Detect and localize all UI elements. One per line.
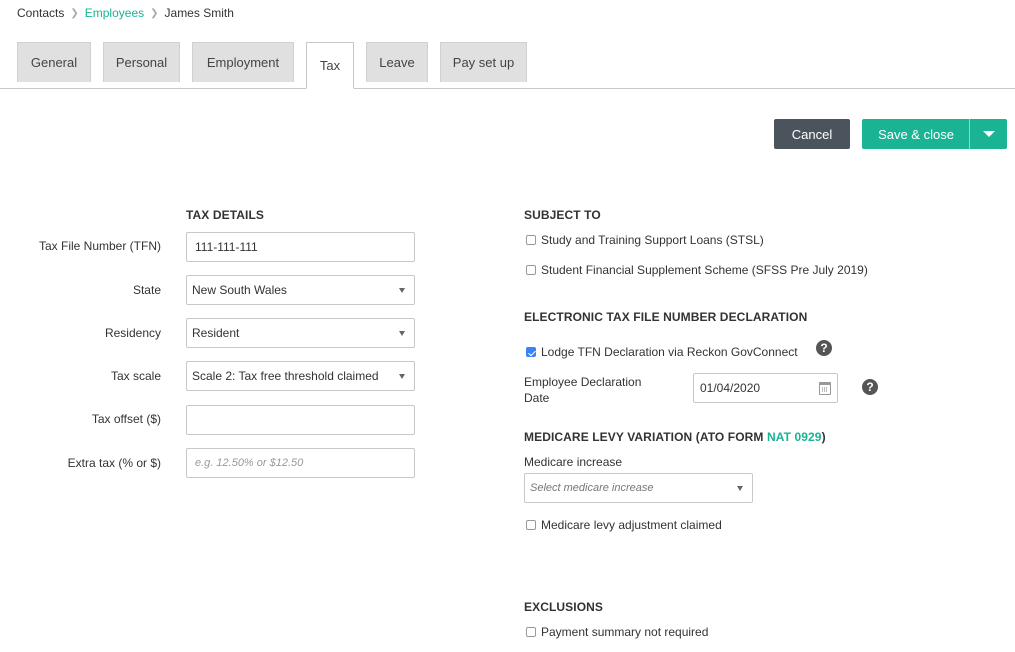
- nat-0929-link[interactable]: NAT 0929: [767, 430, 822, 444]
- subject-to-heading: SUBJECT TO: [524, 208, 601, 222]
- state-value: New South Wales: [192, 283, 287, 297]
- tab-employment[interactable]: Employment: [192, 42, 294, 82]
- tax-scale-value: Scale 2: Tax free threshold claimed: [192, 369, 379, 383]
- tfn-label: Tax File Number (TFN): [38, 239, 161, 253]
- stsl-checkbox[interactable]: [526, 235, 536, 245]
- medicare-increase-label: Medicare increase: [524, 455, 623, 469]
- dropdown-arrow-icon: [737, 485, 743, 491]
- breadcrumb: Contacts ❯ Employees ❯ James Smith: [17, 6, 234, 20]
- stsl-option[interactable]: Study and Training Support Loans (STSL): [526, 233, 764, 247]
- lodge-tfn-label: Lodge TFN Declaration via Reckon GovConn…: [541, 345, 798, 359]
- help-icon[interactable]: ?: [816, 340, 832, 356]
- save-options-dropdown-button[interactable]: [969, 119, 1007, 149]
- declaration-date-label-line1: Employee Declaration: [524, 375, 642, 389]
- state-label: State: [132, 283, 161, 297]
- cancel-button[interactable]: Cancel: [774, 119, 850, 149]
- extra-tax-label: Extra tax (% or $): [67, 456, 161, 470]
- tab-leave[interactable]: Leave: [366, 42, 428, 82]
- medicare-heading: MEDICARE LEVY VARIATION (ATO FORM NAT 09…: [524, 430, 826, 444]
- medicare-adjustment-label: Medicare levy adjustment claimed: [541, 518, 722, 532]
- medicare-adjustment-option[interactable]: Medicare levy adjustment claimed: [526, 518, 722, 532]
- lodge-tfn-checkbox[interactable]: [526, 347, 536, 357]
- tab-bar: General Personal Employment Tax Leave Pa…: [17, 42, 539, 89]
- tfn-value: 111-111-111: [195, 240, 258, 254]
- tab-personal[interactable]: Personal: [103, 42, 180, 82]
- medicare-increase-select[interactable]: Select medicare increase: [524, 473, 753, 503]
- tab-pay-set-up[interactable]: Pay set up: [440, 42, 527, 82]
- medicare-adjustment-checkbox[interactable]: [526, 520, 536, 530]
- tfn-input[interactable]: 111-111-111: [186, 232, 415, 262]
- tax-scale-label: Tax scale: [110, 369, 161, 383]
- extra-tax-input[interactable]: e.g. 12.50% or $12.50: [186, 448, 415, 478]
- declaration-date-label-line2: Date: [524, 391, 550, 405]
- sfss-option[interactable]: Student Financial Supplement Scheme (SFS…: [526, 263, 868, 277]
- tax-offset-input[interactable]: [186, 405, 415, 435]
- tab-tax[interactable]: Tax: [306, 42, 354, 89]
- sfss-label: Student Financial Supplement Scheme (SFS…: [541, 263, 868, 277]
- dropdown-arrow-icon: [399, 373, 405, 379]
- stsl-label: Study and Training Support Loans (STSL): [541, 233, 764, 247]
- save-close-button[interactable]: Save & close: [862, 119, 970, 149]
- help-icon[interactable]: ?: [862, 379, 878, 395]
- payment-summary-option[interactable]: Payment summary not required: [526, 625, 708, 639]
- exclusions-heading: EXCLUSIONS: [524, 600, 604, 614]
- dropdown-arrow-icon: [399, 287, 405, 293]
- chevron-right-icon: ❯: [150, 7, 159, 19]
- breadcrumb-contacts[interactable]: Contacts: [17, 6, 64, 20]
- residency-select[interactable]: Resident: [186, 318, 415, 348]
- etfn-heading: ELECTRONIC TAX FILE NUMBER DECLARATION: [524, 310, 808, 324]
- declaration-date-value: 01/04/2020: [700, 381, 761, 395]
- residency-value: Resident: [192, 326, 240, 340]
- declaration-date-input[interactable]: 01/04/2020: [693, 373, 838, 403]
- tax-offset-label: Tax offset ($): [91, 412, 161, 426]
- breadcrumb-current: James Smith: [164, 6, 234, 20]
- extra-tax-placeholder: e.g. 12.50% or $12.50: [195, 457, 304, 469]
- medicare-increase-placeholder: Select medicare increase: [530, 482, 654, 494]
- state-select[interactable]: New South Wales: [186, 275, 415, 305]
- tab-divider: [0, 88, 1015, 89]
- payment-summary-checkbox[interactable]: [526, 627, 536, 637]
- payment-summary-label: Payment summary not required: [541, 625, 709, 639]
- residency-label: Residency: [104, 326, 161, 340]
- chevron-right-icon: ❯: [70, 7, 79, 19]
- caret-down-icon: [982, 131, 995, 137]
- declaration-date-label: Employee Declaration Date: [524, 374, 641, 406]
- lodge-tfn-option[interactable]: Lodge TFN Declaration via Reckon GovConn…: [526, 345, 798, 359]
- tax-details-heading: TAX DETAILS: [186, 208, 264, 222]
- dropdown-arrow-icon: [399, 330, 405, 336]
- sfss-checkbox[interactable]: [526, 265, 536, 275]
- medicare-heading-text: MEDICARE LEVY VARIATION (ATO FORM: [524, 430, 767, 444]
- medicare-heading-end: ): [821, 430, 826, 444]
- calendar-icon[interactable]: [819, 381, 831, 395]
- breadcrumb-employees[interactable]: Employees: [85, 6, 144, 20]
- tab-general[interactable]: General: [17, 42, 91, 82]
- tax-scale-select[interactable]: Scale 2: Tax free threshold claimed: [186, 361, 415, 391]
